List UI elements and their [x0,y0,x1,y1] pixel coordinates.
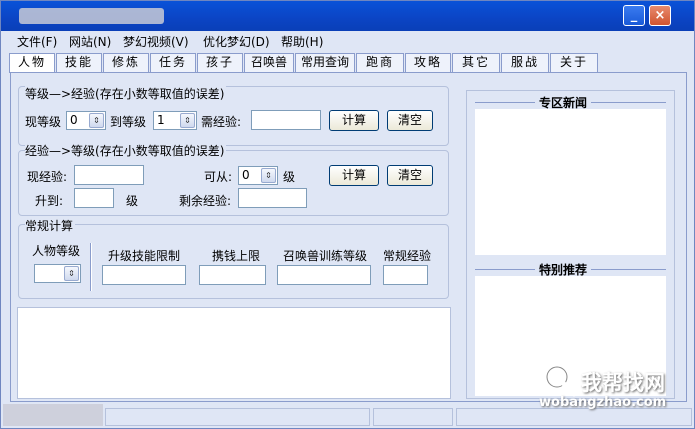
level-unit-label-2: 级 [126,194,139,208]
menu-website[interactable]: 网站(N) [69,33,111,50]
separator [90,243,92,291]
tab-about[interactable]: 关于 [550,53,598,72]
to-level-label: 到等级 [110,115,147,129]
skill-limit-field[interactable] [102,265,186,285]
regular-exp-field[interactable] [383,265,428,285]
current-exp-field[interactable] [74,165,144,185]
close-button[interactable]: × [649,5,671,26]
from-label: 可从: [204,170,233,184]
tab-common-query[interactable]: 常用查询 [295,53,355,72]
menu-file[interactable]: 文件(F) [17,33,57,50]
calc-button-1[interactable]: 计算 [329,110,379,131]
menu-bar: 文件(F) 网站(N) 梦幻视频(V) 优化梦幻(D) 帮助(H) [1,31,694,51]
level-unit-label: 级 [283,170,296,184]
rise-to-field[interactable] [74,188,114,208]
spinner-arrows-icon[interactable]: ⇕ [89,113,104,128]
current-exp-label: 现经验: [27,170,68,184]
char-level-label: 人物等级 [32,244,81,258]
regular-exp-label: 常规经验 [383,249,432,263]
need-exp-field[interactable] [251,110,321,130]
exp-to-level-group: 经验—>等级(存在小数等取值的误差) 现经验: 可从: 0 ⇕ 级 计算 清空 … [18,142,449,216]
status-segment-2 [373,408,453,426]
from-level-spinner[interactable]: 0 ⇕ [238,166,278,185]
menu-help[interactable]: 帮助(H) [281,33,323,50]
current-level-spinner[interactable]: 0 ⇕ [66,111,106,130]
current-level-value: 0 [70,113,78,127]
magnifier-icon [545,365,577,397]
watermark-main-text: 我帮找网 [581,371,665,395]
menu-video[interactable]: 梦幻视频(V) [123,33,189,50]
tab-server-war[interactable]: 服战 [501,53,549,72]
to-level-spinner[interactable]: 1 ⇕ [153,111,197,130]
spinner-arrows-icon[interactable]: ⇕ [64,266,79,281]
tab-summons[interactable]: 召唤兽 [244,53,294,72]
tab-cultivation[interactable]: 修炼 [103,53,149,72]
blurred-window-title [19,8,164,24]
tab-character[interactable]: 人物 [9,53,55,73]
exp-to-level-title: 经验—>等级(存在小数等取值的误差) [25,142,227,159]
watermark-url: wobangzhao.com [539,395,667,410]
clear-button-1[interactable]: 清空 [387,110,433,131]
level-to-exp-group: 等级—>经验(存在小数等取值的误差) 现等级 0 ⇕ 到等级 1 ⇕ 需经验: … [18,85,449,146]
remaining-exp-label: 剩余经验: [179,194,232,208]
rise-to-label: 升到: [35,194,64,208]
current-level-label: 现等级 [25,115,62,129]
money-limit-label: 携钱上限 [212,249,261,263]
pet-train-label: 召唤兽训练等级 [283,249,368,263]
pet-train-field[interactable] [277,265,371,285]
remaining-exp-field[interactable] [238,188,307,208]
to-level-value: 1 [157,113,165,127]
char-level-spinner[interactable]: ⇕ [34,264,81,283]
level-to-exp-title: 等级—>经验(存在小数等取值的误差) [25,85,227,102]
output-textarea[interactable] [17,307,451,399]
menu-optimize[interactable]: 优化梦幻(D) [203,33,270,50]
spinner-arrows-icon[interactable]: ⇕ [180,113,195,128]
regular-calc-group: 常规计算 人物等级 ⇕ 升级技能限制 携钱上限 召唤兽训练等级 常规经验 [18,217,449,299]
money-limit-field[interactable] [199,265,266,285]
spinner-arrows-icon[interactable]: ⇕ [261,168,276,183]
tab-trade[interactable]: 跑商 [356,53,404,72]
regular-calc-title: 常规计算 [25,217,76,234]
watermark: 我帮找网 wobangzhao.com [539,361,689,419]
tab-panel-character: 等级—>经验(存在小数等取值的误差) 现等级 0 ⇕ 到等级 1 ⇕ 需经验: … [10,72,687,402]
from-level-value: 0 [242,168,250,182]
minimize-button[interactable]: _ [623,5,645,26]
need-exp-label: 需经验: [201,115,242,129]
tab-guides[interactable]: 攻略 [405,53,451,72]
app-window: _ × 文件(F) 网站(N) 梦幻视频(V) 优化梦幻(D) 帮助(H) 人物… [0,0,695,429]
calc-button-2[interactable]: 计算 [329,165,379,186]
status-segment-1 [105,408,370,426]
tab-other[interactable]: 其它 [452,53,500,72]
clear-button-2[interactable]: 清空 [387,165,433,186]
tab-tasks[interactable]: 任务 [150,53,196,72]
title-bar: _ × [1,1,694,31]
tab-skills[interactable]: 技能 [56,53,102,72]
side-panel: 专区新闻 特别推荐 [466,90,675,399]
blurred-status-text [3,404,103,426]
news-area[interactable] [475,109,666,255]
tab-children[interactable]: 孩子 [197,53,243,72]
skill-limit-label: 升级技能限制 [108,249,181,263]
